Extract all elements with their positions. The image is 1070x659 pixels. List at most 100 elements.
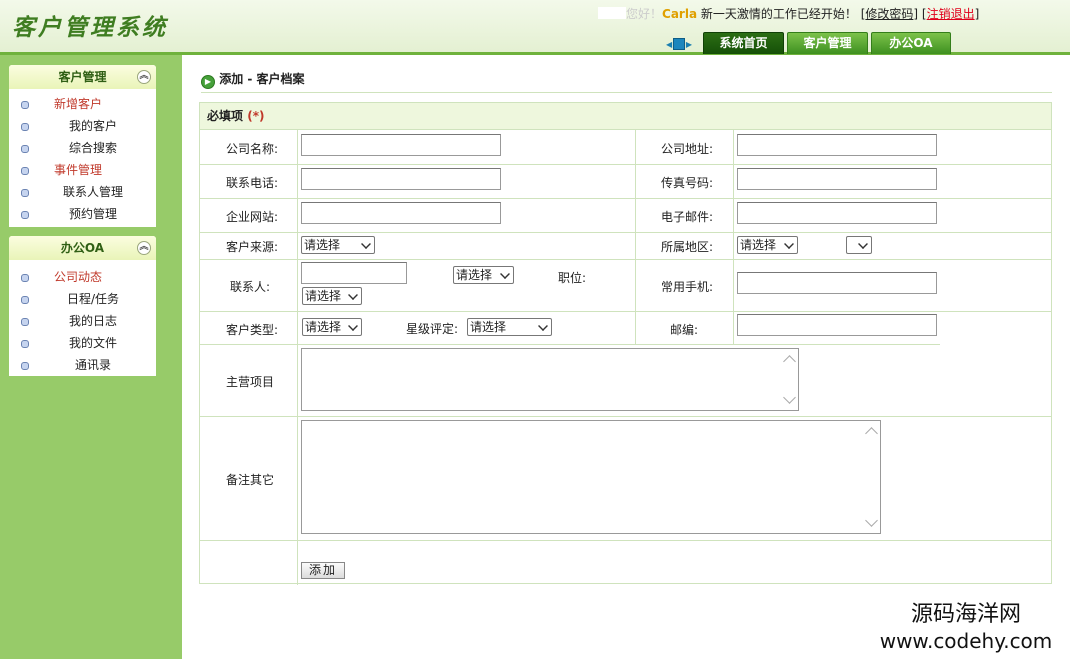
row-divider xyxy=(200,416,1051,417)
page-title-bar: ▶ 添加 - 客户档案 xyxy=(201,68,1052,93)
remarks-textarea[interactable] xyxy=(301,420,881,534)
sidebar-item-events[interactable]: 事件管理 xyxy=(9,159,156,181)
contact-title-select[interactable]: 请选择 xyxy=(453,266,514,284)
logout-link[interactable]: 注销退出 xyxy=(927,7,975,21)
required-section-header: 必填项 (*) xyxy=(200,103,1051,130)
position-select[interactable]: 请选择 xyxy=(302,287,362,305)
column-divider xyxy=(635,130,636,345)
scroll-up-icon[interactable] xyxy=(865,427,878,440)
add-icon: ▶ xyxy=(201,75,215,89)
label-fax: 传真号码: xyxy=(661,176,714,190)
collapse-icon[interactable]: ︽ xyxy=(137,70,151,84)
chevron-down-icon xyxy=(348,290,358,300)
chevron-down-icon xyxy=(538,321,548,331)
chevron-down-icon xyxy=(500,269,510,279)
label-main-business: 主营项目 xyxy=(226,375,275,389)
sidebar-item-company-news[interactable]: 公司动态 xyxy=(9,266,156,288)
bullet-icon xyxy=(21,167,29,175)
collapse-icon[interactable]: ︽ xyxy=(137,241,151,255)
label-website: 企业网站: xyxy=(226,210,279,224)
welcome-prefix: 您好！ xyxy=(626,7,663,21)
column-divider xyxy=(733,130,734,345)
email-input[interactable] xyxy=(737,202,937,224)
sidebar-item-new-customer[interactable]: 新增客户 xyxy=(9,93,156,115)
submit-button[interactable]: 添加 xyxy=(301,562,346,579)
mobile-input[interactable] xyxy=(737,272,937,294)
watermark-name: 源码海洋网 xyxy=(910,602,1021,627)
chevron-down-icon xyxy=(784,239,794,249)
row-divider xyxy=(200,311,1051,312)
sidebar-item-search[interactable]: 综合搜索 xyxy=(9,137,156,159)
customer-type-select[interactable]: 请选择 xyxy=(302,318,362,336)
scroll-down-icon[interactable] xyxy=(783,391,796,404)
bullet-icon xyxy=(21,274,29,282)
sidebar-item-schedule[interactable]: 日程/任务 xyxy=(9,288,156,310)
sidebar-item-contacts[interactable]: 联系人管理 xyxy=(9,181,156,203)
sidebar-item-appointments[interactable]: 预约管理 xyxy=(9,203,156,225)
scroll-up-icon[interactable] xyxy=(783,355,796,368)
contact-input[interactable] xyxy=(301,262,407,284)
sidebar-item-address-book[interactable]: 通讯录 xyxy=(9,354,156,376)
panel-title: 办公OA xyxy=(60,241,105,255)
customer-form: 必填项 (*) 公司名称: 公司地址: 联系电话: 传真号码: 企业网站: 电子… xyxy=(199,102,1052,585)
rating-select[interactable]: 请选择 xyxy=(467,318,552,336)
phone-input[interactable] xyxy=(301,168,501,190)
sidebar-item-my-files[interactable]: 我的文件 xyxy=(9,332,156,354)
chevron-down-icon xyxy=(858,239,868,249)
scroll-down-icon[interactable] xyxy=(865,514,878,527)
tab-office-oa[interactable]: 办公OA xyxy=(871,32,951,54)
required-star: (*) xyxy=(247,109,265,123)
website-input[interactable] xyxy=(301,202,501,224)
tab-home[interactable]: 系统首页 xyxy=(703,32,784,54)
label-region: 所属地区: xyxy=(661,240,714,254)
menu-toggle-icon[interactable]: ◀ ▶ xyxy=(666,38,692,50)
label-mobile: 常用手机: xyxy=(661,280,714,294)
watermark-url: www.codehy.com xyxy=(879,629,1053,653)
label-contact: 联系人: xyxy=(230,280,271,294)
row-divider xyxy=(200,164,1051,165)
label-position: 职位: xyxy=(558,271,587,285)
row-divider xyxy=(200,344,940,345)
username: Carla xyxy=(662,7,698,21)
main-business-textarea[interactable] xyxy=(301,348,799,411)
label-source: 客户来源: xyxy=(226,240,279,254)
region-select[interactable]: 请选择 xyxy=(737,236,798,254)
label-email: 电子邮件: xyxy=(661,210,714,224)
label-company-address: 公司地址: xyxy=(661,142,714,156)
sidebar: 客户管理 ︽ 新增客户 我的客户 综合搜索 事件管理 联系人管理 预约管理 办公… xyxy=(0,55,182,659)
label-postcode: 邮编: xyxy=(670,323,699,337)
welcome-message: 您好！Carla 新一天激情的工作已经开始！ [修改密码] [注销退出] xyxy=(598,5,979,22)
app-logo: 客户管理系统 xyxy=(12,14,168,41)
bullet-icon xyxy=(21,101,29,109)
sidebar-item-my-customers[interactable]: 我的客户 xyxy=(9,115,156,137)
row-divider xyxy=(200,232,1051,233)
company-address-input[interactable] xyxy=(737,134,937,156)
row-divider xyxy=(200,198,1051,199)
sidebar-panel-oa: 办公OA ︽ 公司动态 日程/任务 我的日志 我的文件 通讯录 xyxy=(9,236,156,376)
label-company-name: 公司名称: xyxy=(226,142,279,156)
sidebar-panel-customer: 客户管理 ︽ 新增客户 我的客户 综合搜索 事件管理 联系人管理 预约管理 xyxy=(9,65,156,227)
chevron-down-icon xyxy=(361,239,371,249)
source-select[interactable]: 请选择 xyxy=(301,236,375,254)
panel-header[interactable]: 办公OA ︽ xyxy=(9,236,156,260)
label-rating: 星级评定: xyxy=(406,322,459,336)
page-title: 添加 - 客户档案 xyxy=(219,72,305,86)
welcome-text: 新一天激情的工作已经开始！ xyxy=(700,7,857,21)
panel-header[interactable]: 客户管理 ︽ xyxy=(9,65,156,89)
change-password-link[interactable]: 修改密码 xyxy=(865,7,913,21)
fax-input[interactable] xyxy=(737,168,937,190)
subregion-select[interactable] xyxy=(846,236,872,254)
row-divider xyxy=(200,259,1051,260)
header-bar: 客户管理系统 您好！Carla 新一天激情的工作已经开始！ [修改密码] [注销… xyxy=(0,0,1070,55)
column-divider xyxy=(297,130,298,585)
tab-customer-management[interactable]: 客户管理 xyxy=(787,32,868,54)
company-name-input[interactable] xyxy=(301,134,501,156)
username-mask xyxy=(598,7,626,19)
row-divider xyxy=(200,540,1051,541)
label-phone: 联系电话: xyxy=(226,176,279,190)
panel-title: 客户管理 xyxy=(58,70,107,84)
postcode-input[interactable] xyxy=(737,314,937,336)
watermark: 源码海洋网 www.codehy.com xyxy=(866,601,1066,653)
sidebar-item-my-log[interactable]: 我的日志 xyxy=(9,310,156,332)
label-customer-type: 客户类型: xyxy=(226,323,279,337)
